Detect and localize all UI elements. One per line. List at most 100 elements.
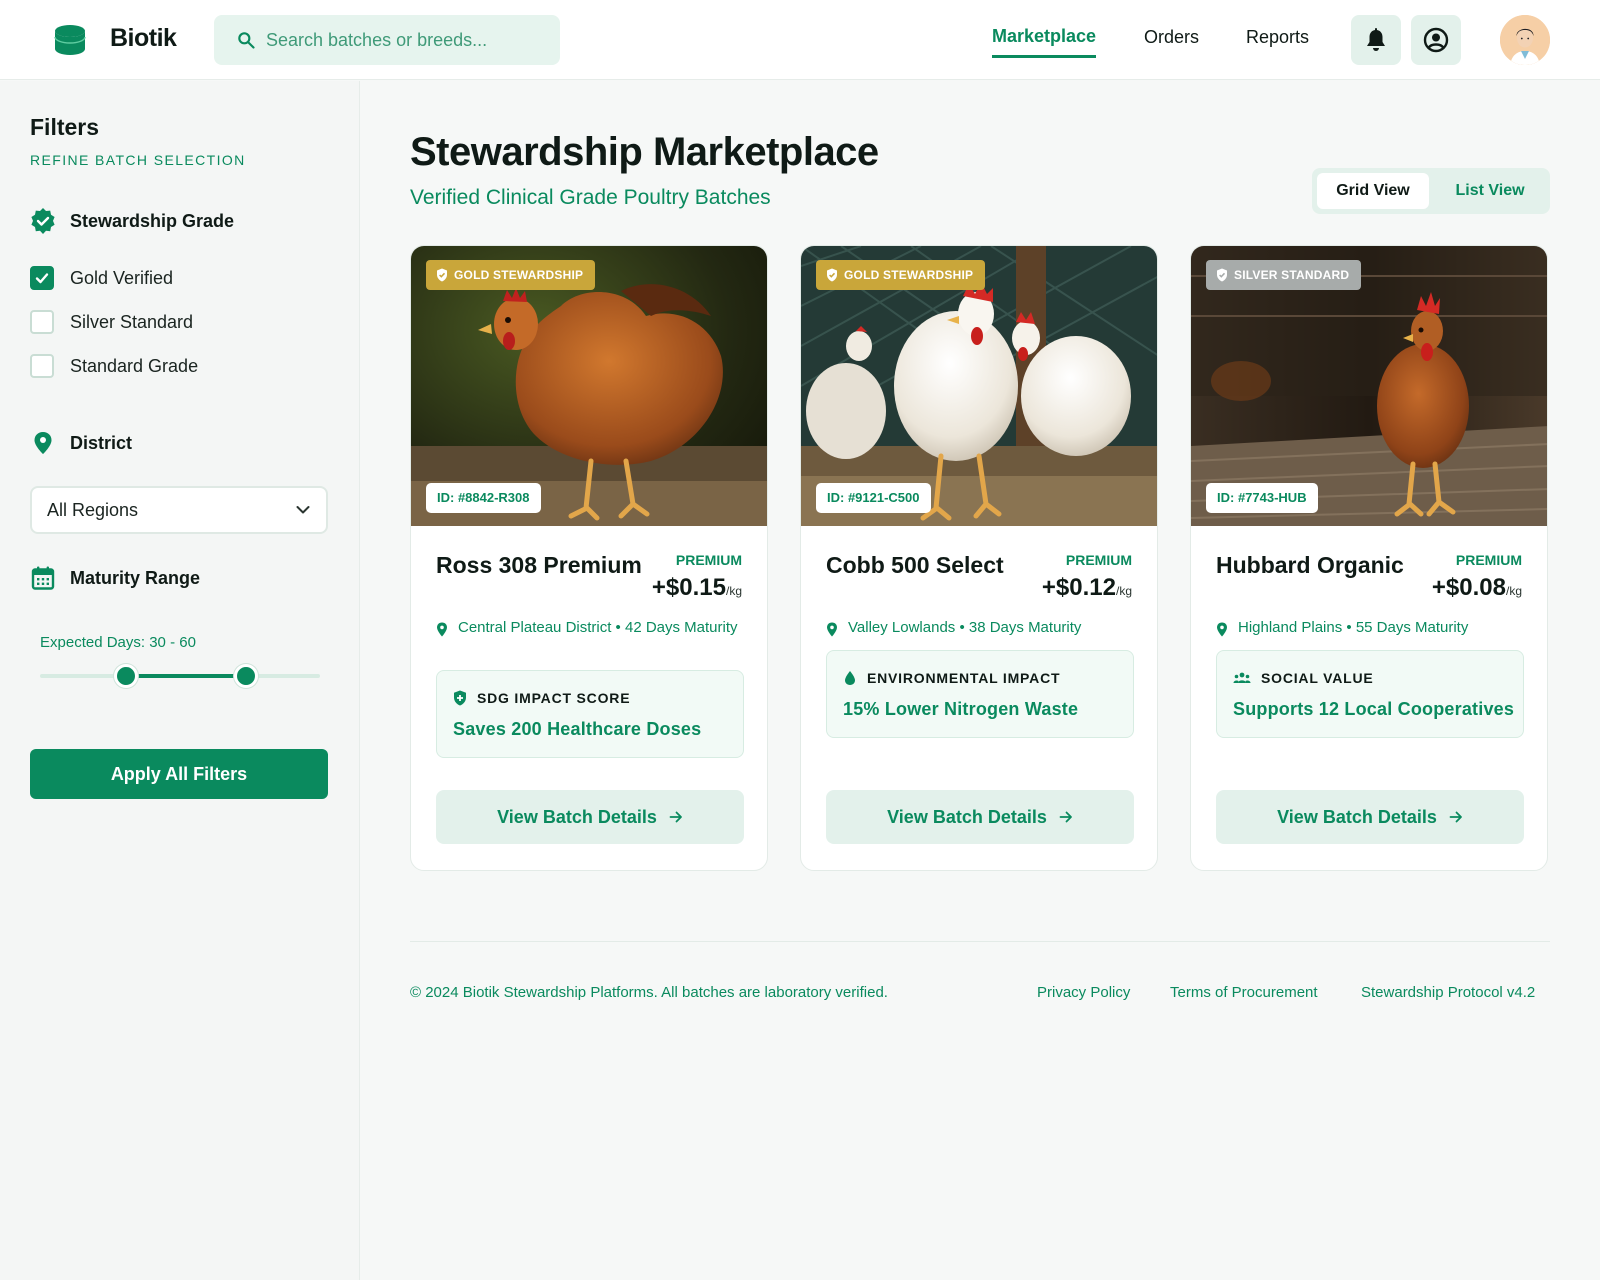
user-avatar[interactable]	[1500, 15, 1550, 65]
batch-meta-text: Central Plateau District • 42 Days Matur…	[458, 619, 738, 636]
batch-meta-text: Valley Lowlands • 38 Days Maturity	[848, 619, 1082, 636]
impact-panel: ENVIRONMENTAL IMPACT 15% Lower Nitrogen …	[826, 650, 1134, 738]
batch-price: +$0.12/kg	[1042, 574, 1132, 602]
checkbox-unchecked[interactable]	[30, 310, 54, 334]
batch-price: +$0.15/kg	[652, 574, 742, 602]
filters-sidebar: Filters REFINE BATCH SELECTION Stewardsh…	[0, 81, 360, 1280]
arrow-right-icon	[1449, 811, 1462, 823]
avatar-image	[1500, 15, 1550, 65]
price-value: +$0.15	[651, 574, 726, 601]
badge-label: SILVER STANDARD	[1234, 268, 1350, 282]
button-label: View Batch Details	[497, 806, 657, 827]
bell-icon	[1367, 28, 1385, 51]
impact-panel: SDG IMPACT SCORE Saves 200 Healthcare Do…	[436, 670, 744, 758]
account-circle-icon	[1423, 27, 1449, 53]
shield-check-icon	[437, 268, 447, 282]
account-button[interactable]	[1411, 15, 1461, 65]
batch-name[interactable]: Cobb 500 Select	[826, 552, 1004, 579]
footer-divider	[410, 941, 1550, 942]
batch-meta: Central Plateau District • 42 Days Matur…	[436, 618, 744, 638]
batch-photo: SILVER STANDARD ID: #7743-HUB	[1191, 246, 1547, 526]
stewardship-badge: GOLD STEWARDSHIP	[426, 260, 596, 290]
grid-view-button[interactable]: Grid View	[1317, 173, 1429, 209]
price-tier: PREMIUM	[1455, 552, 1522, 568]
slider-min-handle[interactable]	[114, 664, 138, 688]
maturity-range-label: Expected Days: 30 - 60	[40, 634, 196, 651]
button-label: View Batch Details	[887, 806, 1047, 827]
batch-photo: GOLD STEWARDSHIP ID: #8842-R308	[411, 246, 767, 526]
batch-meta: Valley Lowlands • 38 Days Maturity	[826, 618, 1134, 638]
impact-heading: ENVIRONMENTAL IMPACT	[843, 670, 1060, 686]
stewardship-badge: GOLD STEWARDSHIP	[816, 260, 986, 290]
shield-plus-icon	[454, 690, 466, 706]
view-batch-details-button[interactable]: View Batch Details	[436, 790, 744, 844]
batch-id-tag: ID: #8842-R308	[426, 483, 541, 513]
filter-silver-standard[interactable]: Silver Standard	[30, 310, 193, 334]
view-batch-details-button[interactable]: View Batch Details	[1216, 790, 1524, 844]
nav-reports[interactable]: Reports	[1246, 27, 1309, 48]
impact-heading: SDG IMPACT SCORE	[453, 690, 630, 706]
batch-card: GOLD STEWARDSHIP ID: #9121-C500 Cobb 500…	[800, 245, 1158, 871]
price-value: +$0.08	[1431, 574, 1506, 601]
filter-gold-verified[interactable]: Gold Verified	[30, 266, 173, 290]
location-pin-icon	[437, 622, 447, 637]
batch-price: +$0.08/kg	[1432, 574, 1522, 602]
badge-label: GOLD STEWARDSHIP	[454, 268, 584, 282]
terms-of-procurement-link[interactable]: Terms of Procurement	[1170, 984, 1318, 1001]
impact-title: ENVIRONMENTAL IMPACT	[867, 670, 1061, 686]
slider-max-handle[interactable]	[234, 664, 258, 688]
search-input[interactable]	[266, 15, 546, 65]
checkbox-checked[interactable]	[30, 266, 54, 290]
button-label: View Batch Details	[1277, 806, 1437, 827]
water-drop-icon	[845, 671, 855, 685]
view-batch-details-button[interactable]: View Batch Details	[826, 790, 1134, 844]
impact-title: SDG IMPACT SCORE	[477, 690, 631, 706]
impact-heading: SOCIAL VALUE	[1233, 670, 1374, 686]
group-icon	[1233, 672, 1251, 683]
location-pin-icon	[34, 432, 52, 454]
batch-meta: Highland Plains • 55 Days Maturity	[1216, 618, 1524, 638]
batch-id-tag: ID: #7743-HUB	[1206, 483, 1318, 513]
filter-standard-grade[interactable]: Standard Grade	[30, 354, 198, 378]
verified-badge-icon	[31, 208, 55, 234]
slider-selected-range	[126, 674, 246, 678]
price-unit: /kg	[725, 584, 742, 598]
checkbox-unchecked[interactable]	[30, 354, 54, 378]
search-box[interactable]	[214, 15, 560, 65]
stewardship-protocol-link[interactable]: Stewardship Protocol v4.2	[1361, 984, 1535, 1001]
view-toggle: Grid View List View	[1312, 168, 1550, 214]
privacy-policy-link[interactable]: Privacy Policy	[1037, 984, 1130, 1001]
arrow-right-icon	[1059, 811, 1072, 823]
stewardship-grade-heading: Stewardship Grade	[70, 210, 235, 231]
list-view-button[interactable]: List View	[1434, 173, 1546, 209]
badge-label: GOLD STEWARDSHIP	[844, 268, 974, 282]
stewardship-badge: SILVER STANDARD	[1206, 260, 1362, 290]
maturity-heading: Maturity Range	[70, 567, 201, 588]
batch-name[interactable]: Ross 308 Premium	[436, 552, 642, 579]
batch-id-tag: ID: #9121-C500	[816, 483, 931, 513]
impact-title: SOCIAL VALUE	[1261, 670, 1374, 686]
page-title: Stewardship Marketplace	[410, 130, 879, 174]
district-select[interactable]: All Regions	[30, 486, 328, 534]
impact-value: Saves 200 Healthcare Doses	[453, 719, 702, 739]
checkbox-label: Standard Grade	[70, 355, 199, 376]
batch-card: GOLD STEWARDSHIP ID: #8842-R308 Ross 308…	[410, 245, 768, 871]
brand-name[interactable]: Biotik	[110, 24, 177, 53]
checkbox-label: Gold Verified	[70, 267, 174, 288]
apply-filters-button[interactable]: Apply All Filters	[30, 749, 328, 799]
price-unit: /kg	[1115, 584, 1132, 598]
nav-orders[interactable]: Orders	[1144, 27, 1199, 48]
maturity-section: Maturity Range	[30, 565, 200, 591]
price-tier: PREMIUM	[675, 552, 742, 568]
district-section: District	[30, 430, 132, 456]
filters-subtitle: REFINE BATCH SELECTION	[30, 152, 246, 168]
nav-marketplace[interactable]: Marketplace	[992, 26, 1097, 58]
batch-name[interactable]: Hubbard Organic	[1216, 552, 1404, 579]
notifications-button[interactable]	[1351, 15, 1401, 65]
calendar-icon	[31, 566, 55, 590]
impact-panel: SOCIAL VALUE Supports 12 Local Cooperati…	[1216, 650, 1524, 738]
maturity-range-slider[interactable]	[40, 664, 320, 688]
location-pin-icon	[827, 622, 837, 637]
checkbox-label: Silver Standard	[70, 311, 194, 332]
batch-card: SILVER STANDARD ID: #7743-HUB Hubbard Or…	[1190, 245, 1548, 871]
